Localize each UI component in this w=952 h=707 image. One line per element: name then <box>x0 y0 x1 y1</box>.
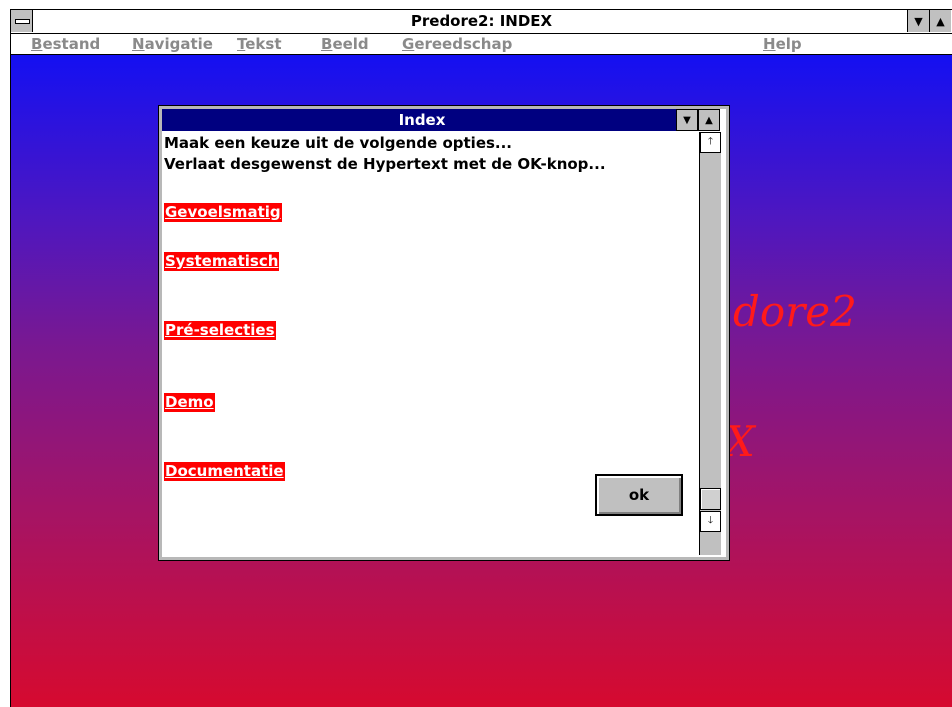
window-title: Predore2: INDEX <box>410 12 553 30</box>
menu-tekst-label: ekst <box>245 35 282 53</box>
dialog-maximize-button[interactable]: ▲ <box>698 109 720 131</box>
menu-beeld-label: eeld <box>332 35 369 53</box>
ok-button[interactable]: ok <box>595 474 683 516</box>
menu-gereedschap[interactable]: Gereedschap <box>402 35 512 53</box>
scroll-thumb[interactable] <box>700 488 721 510</box>
menu-bar: Bestand Navigatie Tekst Beeld Gereedscha… <box>11 34 952 55</box>
scroll-up-button[interactable]: 🡑 <box>700 132 721 153</box>
maximize-button[interactable]: ▲ <box>929 10 951 32</box>
client-area: dore2 X Index ▼ ▲ Maak een keuze uit de … <box>11 55 952 707</box>
background-title-text: dore2 <box>733 287 857 336</box>
triangle-up-icon: ▲ <box>705 114 713 126</box>
menu-navigatie-label: avigatie <box>144 35 213 53</box>
menu-beeld[interactable]: Beeld <box>321 35 369 53</box>
menu-bestand[interactable]: Bestand <box>31 35 100 53</box>
menu-help-mnemonic: H <box>763 35 776 53</box>
intro-line-2: Verlaat desgewenst de Hypertext met de O… <box>164 155 606 173</box>
menu-gereedschap-mnemonic: G <box>402 35 415 53</box>
link-documentatie[interactable]: Documentatie <box>164 462 285 481</box>
link-demo[interactable]: Demo <box>164 393 215 412</box>
menu-tekst-mnemonic: T <box>237 35 246 53</box>
dialog-content: Maak een keuze uit de volgende opties...… <box>162 132 698 556</box>
menu-help[interactable]: Help <box>763 35 802 53</box>
background-subtitle-text: X <box>725 417 755 466</box>
menu-bestand-mnemonic: B <box>31 35 43 53</box>
triangle-down-icon: ▼ <box>914 14 923 28</box>
arrow-up-icon: 🡑 <box>707 136 714 147</box>
menu-beeld-mnemonic: B <box>321 35 333 53</box>
link-gevoelsmatig[interactable]: Gevoelsmatig <box>164 203 282 222</box>
dialog-title[interactable]: Index <box>162 109 682 131</box>
link-systematisch[interactable]: Systematisch <box>164 252 280 271</box>
window-titlebar[interactable]: Predore2: INDEX ▼ ▲ <box>11 10 952 34</box>
minimize-button[interactable]: ▼ <box>907 10 929 32</box>
triangle-up-icon: ▲ <box>936 14 945 28</box>
scroll-down-button[interactable]: 🡓 <box>700 511 721 532</box>
menu-navigatie-mnemonic: N <box>132 35 145 53</box>
index-dialog: Index ▼ ▲ Maak een keuze uit de volgende… <box>159 106 729 560</box>
menu-help-label: elp <box>775 35 802 53</box>
triangle-down-icon: ▼ <box>683 114 691 126</box>
main-window: Predore2: INDEX ▼ ▲ Bestand Navigatie Te… <box>10 9 952 707</box>
menu-gereedschap-label: ereedschap <box>414 35 513 53</box>
intro-line-1: Maak een keuze uit de volgende opties... <box>164 134 513 152</box>
menu-tekst[interactable]: Tekst <box>237 35 282 53</box>
vertical-scrollbar[interactable]: 🡑 🡓 <box>699 132 721 555</box>
menu-navigatie[interactable]: Navigatie <box>132 35 213 53</box>
dialog-minimize-button[interactable]: ▼ <box>676 109 698 131</box>
menu-bestand-label: estand <box>42 35 101 53</box>
link-pre-selecties[interactable]: Pré-selecties <box>164 321 276 340</box>
arrow-down-icon: 🡓 <box>707 515 714 526</box>
